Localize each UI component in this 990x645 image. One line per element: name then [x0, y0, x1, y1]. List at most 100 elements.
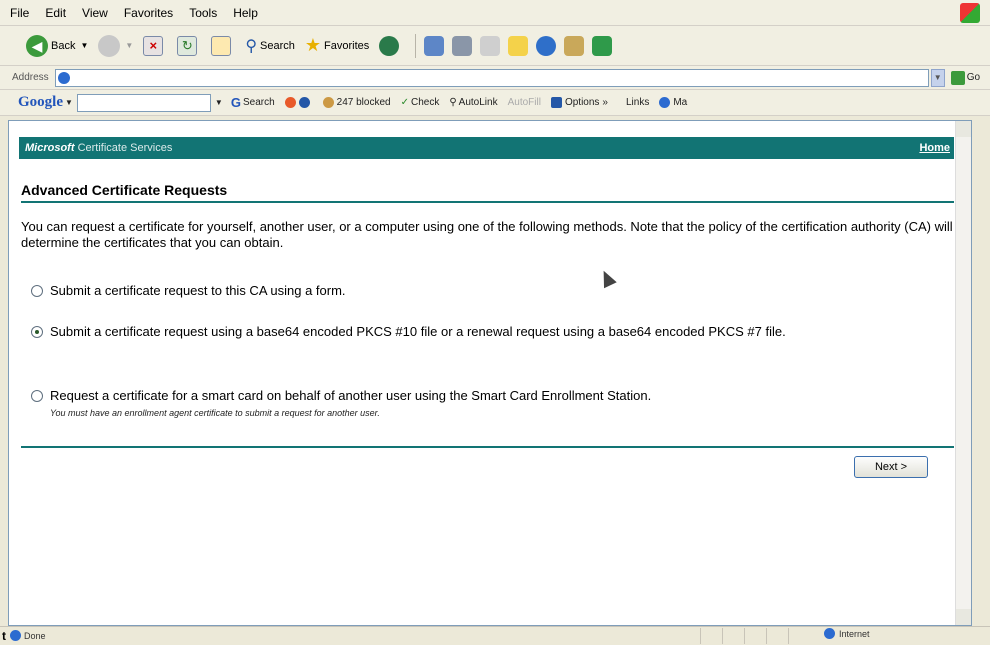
autolink-button[interactable]: ⚲ AutoLink: [449, 97, 497, 108]
heading-divider: [21, 201, 954, 203]
scroll-up-button[interactable]: [956, 121, 971, 137]
popup-blocker[interactable]: 247 blocked: [322, 97, 391, 108]
mail-icon[interactable]: [424, 35, 445, 56]
home-button[interactable]: [211, 35, 235, 56]
search-button[interactable]: ⚲ Search: [245, 36, 295, 56]
menu-file[interactable]: File: [10, 6, 29, 20]
check-label: Check: [410, 97, 440, 108]
menu-tools[interactable]: Tools: [189, 6, 217, 20]
menu-bar: File Edit View Favorites Tools Help: [0, 0, 990, 26]
popup-blocker-icon: [322, 97, 334, 108]
back-label: Back: [51, 39, 76, 52]
address-input[interactable]: [54, 68, 929, 87]
favorites-star-icon: ★: [304, 35, 322, 55]
blocked-count: 247 blocked: [336, 97, 391, 108]
back-icon: ◀: [26, 34, 48, 57]
research-icon[interactable]: [564, 35, 585, 56]
google-search-input[interactable]: [76, 93, 211, 112]
go-label: Go: [966, 72, 981, 83]
option-label: Request a certificate for a smart card o…: [50, 388, 652, 403]
contacts-icon[interactable]: [592, 35, 613, 56]
google-logo[interactable]: Google: [18, 94, 63, 111]
radio-form-request[interactable]: [31, 285, 43, 297]
status-panes: [700, 627, 810, 645]
standard-toolbar: ◀ Back ▼ ▼ × ↻ ⚲ Search ★ Favorites: [0, 26, 990, 66]
address-label: Address: [12, 72, 49, 83]
pagerank-icon: [284, 97, 296, 108]
security-zone: Internet: [824, 628, 870, 639]
status-pane: [722, 628, 744, 644]
stop-button[interactable]: ×: [143, 35, 167, 56]
radio-pkcs-request[interactable]: [31, 326, 43, 338]
page-viewport: Microsoft Certificate Services Home Adva…: [8, 120, 972, 626]
chevron-down-icon[interactable]: ▼: [930, 68, 945, 87]
status-pane: [788, 628, 810, 644]
status-bar: t Done Internet: [0, 626, 990, 644]
history-icon[interactable]: [379, 35, 400, 56]
menu-edit[interactable]: Edit: [45, 6, 66, 20]
status-pane: [766, 628, 788, 644]
spell-check-button[interactable]: ✓ Check: [401, 97, 440, 108]
refresh-button[interactable]: ↻: [177, 35, 201, 56]
back-button[interactable]: ◀ Back ▼: [26, 34, 88, 57]
links-button[interactable]: Links: [626, 97, 649, 108]
forward-icon: [98, 34, 121, 57]
autofill-button[interactable]: AutoFill: [508, 97, 541, 108]
home-link[interactable]: Home: [919, 142, 950, 154]
search-label: Search: [260, 39, 295, 52]
option-smart-card-request[interactable]: Request a certificate for a smart card o…: [31, 388, 951, 420]
options-button[interactable]: Options »: [550, 97, 608, 108]
banner-title: Microsoft Certificate Services: [25, 142, 172, 154]
discuss-icon[interactable]: [508, 35, 529, 56]
spellcheck-icon: ✓: [400, 97, 409, 108]
print-icon[interactable]: [452, 35, 473, 56]
ie-page-icon: [57, 71, 70, 84]
option-form-request[interactable]: Submit a certificate request to this CA …: [31, 283, 951, 299]
autofill-label: AutoFill: [507, 97, 541, 108]
info-icon: [298, 97, 310, 108]
intro-text: You can request a certificate for yourse…: [21, 219, 953, 250]
autolink-label: AutoLink: [458, 97, 498, 108]
next-button[interactable]: Next >: [854, 456, 928, 478]
forward-button[interactable]: ▼: [98, 34, 133, 57]
search-icon: ⚲: [245, 37, 258, 55]
internet-zone-icon: [824, 628, 835, 639]
favorites-button[interactable]: ★ Favorites: [305, 35, 369, 56]
status-prefix: t: [2, 628, 6, 643]
toolbar-divider: [415, 33, 417, 58]
vertical-scrollbar[interactable]: [955, 121, 971, 625]
service-banner: Microsoft Certificate Services Home: [19, 137, 954, 159]
stop-icon: ×: [143, 35, 164, 56]
google-search-label: Search: [242, 97, 275, 108]
option-label: Submit a certificate request using a bas…: [50, 324, 786, 339]
scroll-down-button[interactable]: [956, 609, 971, 625]
menu-view[interactable]: View: [82, 6, 108, 20]
status-pane: [744, 628, 766, 644]
messenger-icon[interactable]: [536, 35, 557, 56]
menu-favorites[interactable]: Favorites: [124, 6, 173, 20]
links-label: Links: [625, 97, 650, 108]
chevron-down-icon[interactable]: ▼: [125, 41, 133, 50]
refresh-icon: ↻: [177, 35, 198, 56]
chevron-down-icon[interactable]: ▼: [65, 98, 73, 107]
status-text: Done: [24, 630, 46, 641]
radio-smart-card-request[interactable]: [31, 390, 43, 402]
google-g-icon: G: [230, 95, 241, 110]
form-divider: [21, 446, 954, 448]
zone-label: Internet: [839, 628, 870, 639]
edit-icon[interactable]: [480, 35, 501, 56]
option-pkcs-request[interactable]: Submit a certificate request using a bas…: [31, 324, 951, 340]
google-pagerank[interactable]: [284, 97, 313, 108]
google-search-button[interactable]: G Search: [231, 95, 275, 110]
options-label: Options: [564, 97, 600, 108]
more-links-button[interactable]: Ma: [659, 97, 687, 108]
menu-help[interactable]: Help: [233, 6, 258, 20]
options-icon: [550, 97, 562, 108]
chevron-down-icon[interactable]: ▼: [80, 41, 88, 50]
windows-flag-icon: [960, 3, 980, 23]
ie-link-icon: [659, 97, 671, 108]
chevron-down-icon[interactable]: ▼: [215, 98, 223, 107]
go-button[interactable]: Go: [950, 70, 981, 85]
option-text: Request a certificate for a smart card o…: [50, 388, 651, 420]
status-pane: [700, 628, 722, 644]
